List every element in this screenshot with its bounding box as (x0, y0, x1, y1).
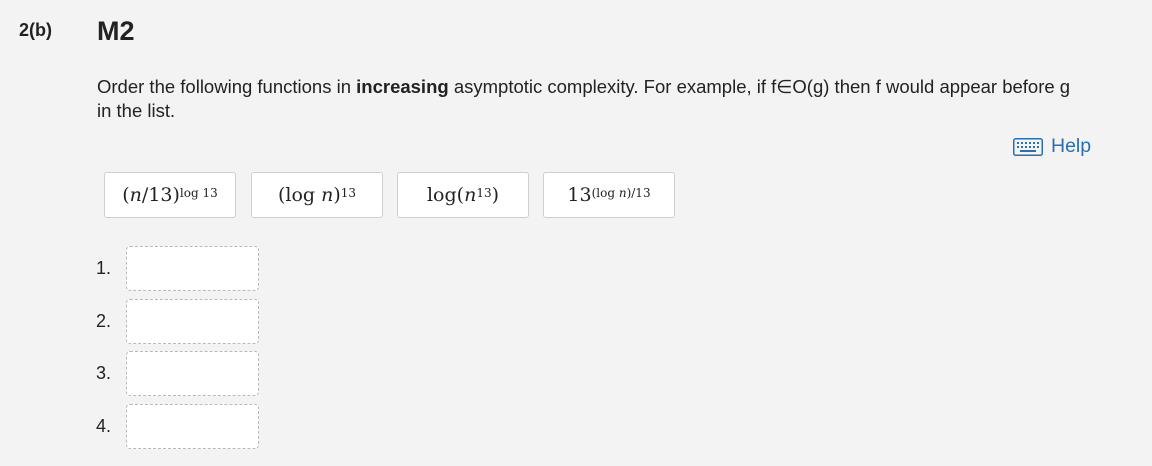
answer-slot-2[interactable] (126, 299, 259, 344)
function-tile-4[interactable]: 13 (log n)/13 (543, 172, 675, 218)
tile-3-close: ) (491, 184, 500, 206)
question-panel: 2(b) M2 Order the following functions in… (0, 0, 1152, 466)
keyboard-icon (1013, 137, 1043, 156)
tile-1-base: (n/13) (122, 184, 180, 206)
help-link[interactable]: Help (1013, 135, 1091, 158)
function-tile-1[interactable]: (n/13) log 13 (104, 172, 236, 218)
tile-1-exponent: log 13 (179, 186, 218, 200)
tile-4-base: 13 (567, 184, 592, 206)
answer-slot-3[interactable] (126, 351, 259, 396)
answer-slot-1[interactable] (126, 246, 259, 291)
slot-number-2: 2. (96, 311, 112, 331)
slot-number-3: 3. (96, 363, 112, 383)
question-prompt: Order the following functions in increas… (97, 75, 1087, 123)
question-number: 2(b) (19, 20, 52, 40)
tile-3-exponent: 13 (476, 186, 492, 200)
prompt-emphasis: increasing (356, 76, 449, 97)
slot-number-4: 4. (96, 416, 112, 436)
prompt-text-start: Order the following functions in (97, 76, 357, 97)
question-title: M2 (97, 16, 135, 46)
help-label: Help (1051, 135, 1092, 157)
tile-4-exponent: (log n)/13 (591, 186, 651, 200)
slot-number-1: 1. (96, 258, 112, 278)
function-tile-3[interactable]: log(n 13) (397, 172, 529, 218)
tile-2-base: (log n) (277, 184, 341, 206)
tile-3-base: log(n (426, 184, 477, 206)
tile-2-exponent: 13 (340, 186, 357, 200)
function-tile-2[interactable]: (log n) 13 (251, 172, 383, 218)
answer-slot-4[interactable] (126, 404, 259, 449)
